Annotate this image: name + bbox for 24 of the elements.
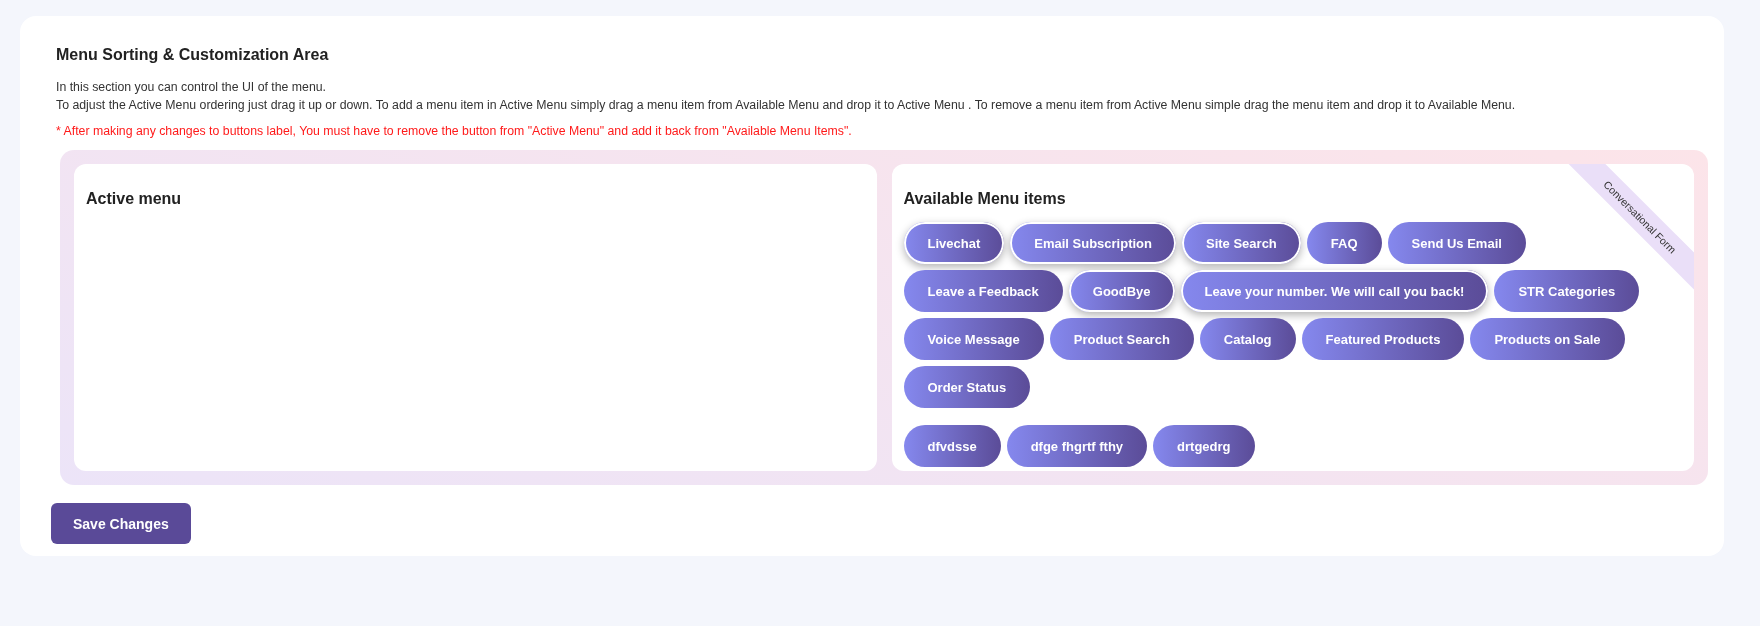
menu-item-chip[interactable]: Products on Sale: [1470, 318, 1625, 360]
save-button[interactable]: Save Changes: [51, 503, 191, 544]
menu-item-chip[interactable]: Catalog: [1199, 318, 1296, 360]
menu-item-chip[interactable]: Email Subscription: [1010, 222, 1176, 264]
menu-item-chip[interactable]: FAQ: [1306, 222, 1382, 264]
menu-item-chip[interactable]: Leave a Feedback: [903, 270, 1063, 312]
menu-item-chip[interactable]: Featured Products: [1301, 318, 1465, 360]
warning-text: * After making any changes to buttons label, You must have to remove the button from "Active Menu" and add it back from "Available Menu Items".: [56, 124, 853, 138]
menu-item-chip[interactable]: drtgedrg: [1153, 425, 1255, 467]
description-text: In this section you can control the UI of the menu.: [56, 79, 327, 96]
menu-item-chip[interactable]: Leave your number. We will call you back!: [1180, 270, 1489, 312]
menu-item-chip[interactable]: GoodBye: [1068, 270, 1175, 312]
menu-item-chip[interactable]: dfge fhgrtf fthy: [1006, 425, 1148, 467]
menu-item-chip[interactable]: Send Us Email: [1387, 222, 1526, 264]
section-title: Menu Sorting & Customization Area: [56, 46, 330, 64]
menu-item-chip[interactable]: Product Search: [1049, 318, 1194, 360]
card-heading: Active menu: [86, 190, 183, 208]
description-text: To adjust the Active Menu ordering just drag it up or down. To add a menu item in Active Menu simply drag a menu item from Available Menu and drop it to Active Menu . To remove a menu item from Active Menu simple drag the menu item and drop it to Available Menu.: [56, 97, 1517, 114]
menu-item-chip[interactable]: Livechat: [903, 222, 1005, 264]
menu-item-chip[interactable]: STR Categories: [1494, 270, 1640, 312]
menu-item-chip[interactable]: dfvdsse: [903, 425, 1001, 467]
menu-item-chip[interactable]: Site Search: [1182, 222, 1301, 264]
menu-item-chip[interactable]: Order Status: [903, 366, 1031, 408]
menu-item-chip[interactable]: Voice Message: [903, 318, 1044, 360]
